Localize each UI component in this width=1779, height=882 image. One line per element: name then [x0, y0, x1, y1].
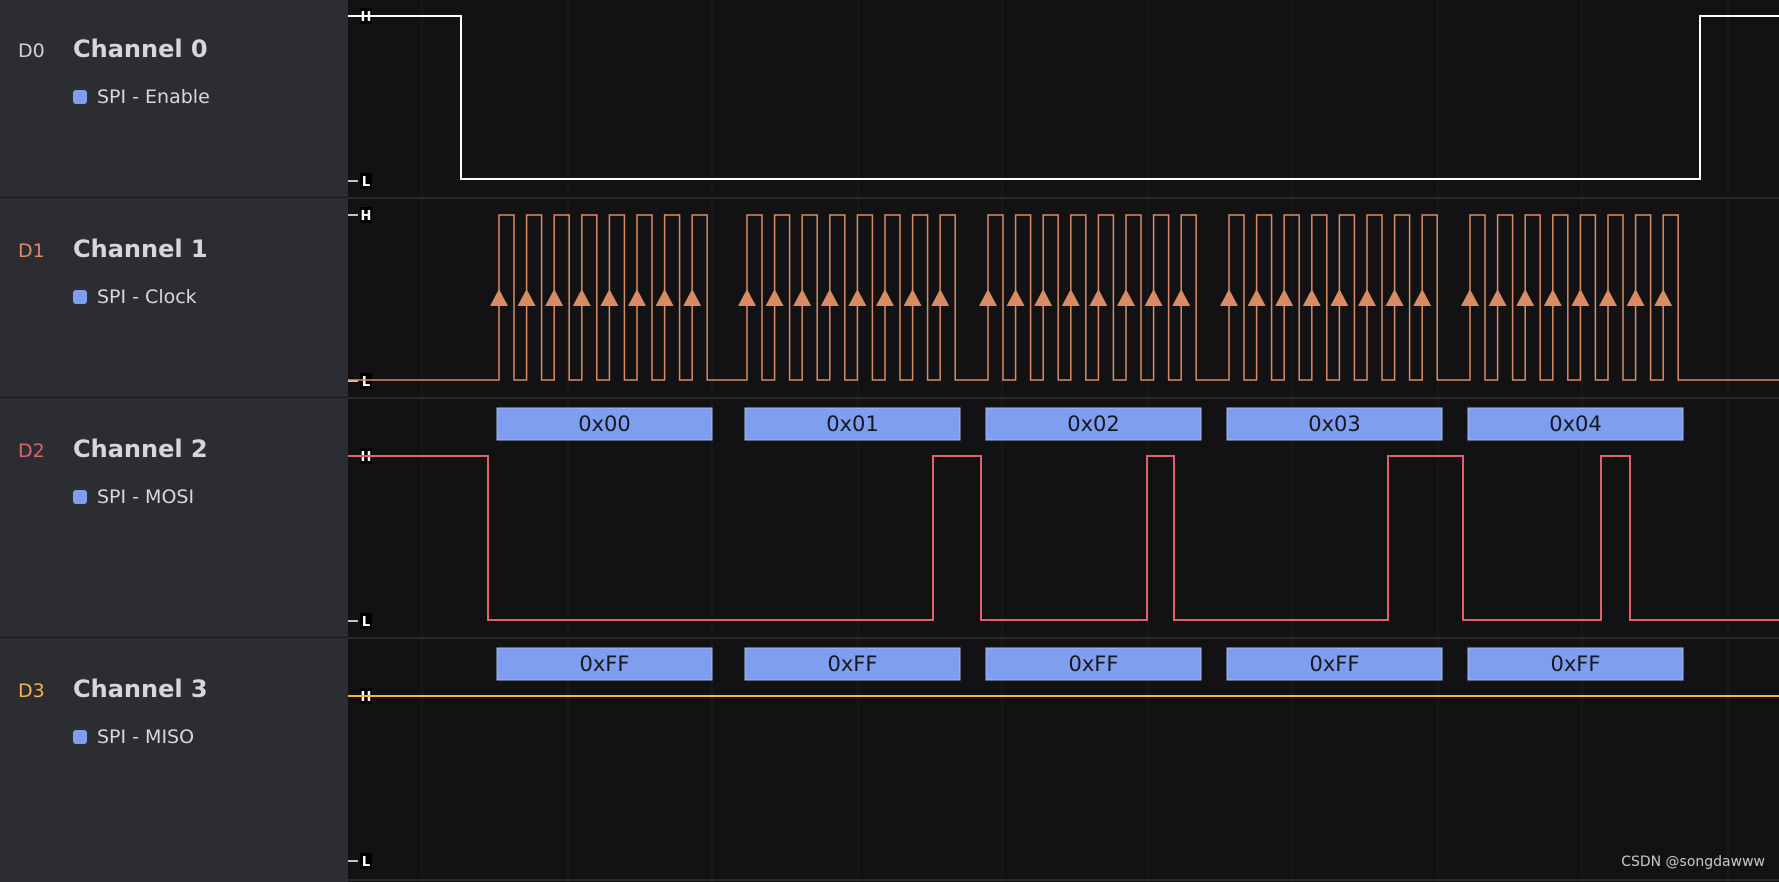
mosi-frame-label: 0x01	[826, 412, 879, 436]
channel-id: D2	[18, 440, 45, 462]
mosi-frame: 0x03	[1226, 407, 1443, 441]
mosi-frame: 0x04	[1467, 407, 1684, 441]
miso-decoded-frames: 0xFF 0xFF 0xFF 0xFF 0xFF	[496, 647, 1684, 681]
channel-sidebar: D0 Channel 0 SPI - Enable D1 Channel 1 S…	[0, 0, 348, 882]
clock-edge-markers	[490, 289, 1673, 306]
level-marker-label: L	[362, 375, 370, 390]
channel-row-2[interactable]: D2 Channel 2 SPI - MOSI	[0, 398, 348, 638]
channel-id: D0	[18, 40, 45, 62]
logic-analyzer-window: D0 Channel 0 SPI - Enable D1 Channel 1 S…	[0, 0, 1779, 882]
mosi-frame-label: 0x04	[1549, 412, 1602, 436]
channel-row-1[interactable]: D1 Channel 1 SPI - Clock	[0, 198, 348, 398]
analyzer-tag[interactable]: SPI - Clock	[73, 286, 197, 308]
level-marker-low: L	[348, 173, 372, 190]
analyzer-tag[interactable]: SPI - MISO	[73, 726, 195, 748]
analyzer-label: SPI - Clock	[97, 286, 197, 308]
miso-frame-label: 0xFF	[1310, 652, 1360, 676]
level-marker-high: H	[348, 207, 372, 224]
mosi-frame-label: 0x03	[1308, 412, 1361, 436]
analyzer-tag[interactable]: SPI - Enable	[73, 86, 210, 108]
miso-frame: 0xFF	[985, 647, 1202, 681]
level-marker-label: L	[362, 615, 370, 630]
analyzer-label: SPI - Enable	[97, 86, 210, 108]
channel-name[interactable]: Channel 2	[73, 435, 208, 463]
mosi-trace	[348, 455, 1779, 621]
channel-name[interactable]: Channel 0	[73, 35, 208, 63]
miso-frame-label: 0xFF	[1069, 652, 1119, 676]
mosi-frame-label: 0x00	[578, 412, 631, 436]
mosi-decoded-frames: 0x00 0x01 0x02 0x03 0x04	[496, 407, 1684, 441]
mosi-frame: 0x01	[744, 407, 961, 441]
level-marker-low: L	[348, 613, 372, 630]
miso-frame: 0xFF	[1467, 647, 1684, 681]
miso-frame-label: 0xFF	[828, 652, 878, 676]
analyzer-color-swatch	[73, 730, 87, 744]
channel-row-0[interactable]: D0 Channel 0 SPI - Enable	[0, 0, 348, 198]
channel-row-3[interactable]: D3 Channel 3 SPI - MISO	[0, 638, 348, 882]
analyzer-color-swatch	[73, 490, 87, 504]
level-marker-label: L	[362, 175, 370, 190]
channel-id: D3	[18, 680, 45, 702]
channel-name[interactable]: Channel 3	[73, 675, 208, 703]
level-marker-low: L	[348, 853, 372, 870]
analyzer-color-swatch	[73, 90, 87, 104]
watermark-text: CSDN @songdawww	[1621, 854, 1765, 870]
analyzer-color-swatch	[73, 290, 87, 304]
analyzer-tag[interactable]: SPI - MOSI	[73, 486, 195, 508]
miso-frame: 0xFF	[744, 647, 961, 681]
mosi-frame-label: 0x02	[1067, 412, 1120, 436]
enable-trace	[348, 15, 1779, 180]
channel-name[interactable]: Channel 1	[73, 235, 208, 263]
level-marker-label: H	[361, 209, 372, 224]
analyzer-label: SPI - MOSI	[97, 486, 195, 508]
level-marker-label: H	[361, 690, 372, 705]
miso-frame: 0xFF	[496, 647, 713, 681]
waveform-canvas[interactable]: HLHLHLHL0x00 0x01 0x02 0x03 0x040xFF 0xFF 0xFF…	[348, 0, 1779, 882]
level-marker-label: L	[362, 855, 370, 870]
waveform-area[interactable]: H L H L H L H L 0x00 0x01 0x02 0x03 0x04 0xFF 0xFF 0xFF…	[348, 0, 1779, 882]
clock-trace	[348, 214, 1779, 381]
mosi-frame: 0x02	[985, 407, 1202, 441]
channel-id: D1	[18, 240, 45, 262]
level-marker-label: H	[361, 10, 372, 25]
miso-frame: 0xFF	[1226, 647, 1443, 681]
analyzer-label: SPI - MISO	[97, 726, 195, 748]
time-grid	[421, 0, 1729, 882]
miso-frame-label: 0xFF	[580, 652, 630, 676]
mosi-frame: 0x00	[496, 407, 713, 441]
miso-frame-label: 0xFF	[1551, 652, 1601, 676]
level-marker-label: H	[361, 450, 372, 465]
level-marker-low: L	[348, 373, 372, 390]
